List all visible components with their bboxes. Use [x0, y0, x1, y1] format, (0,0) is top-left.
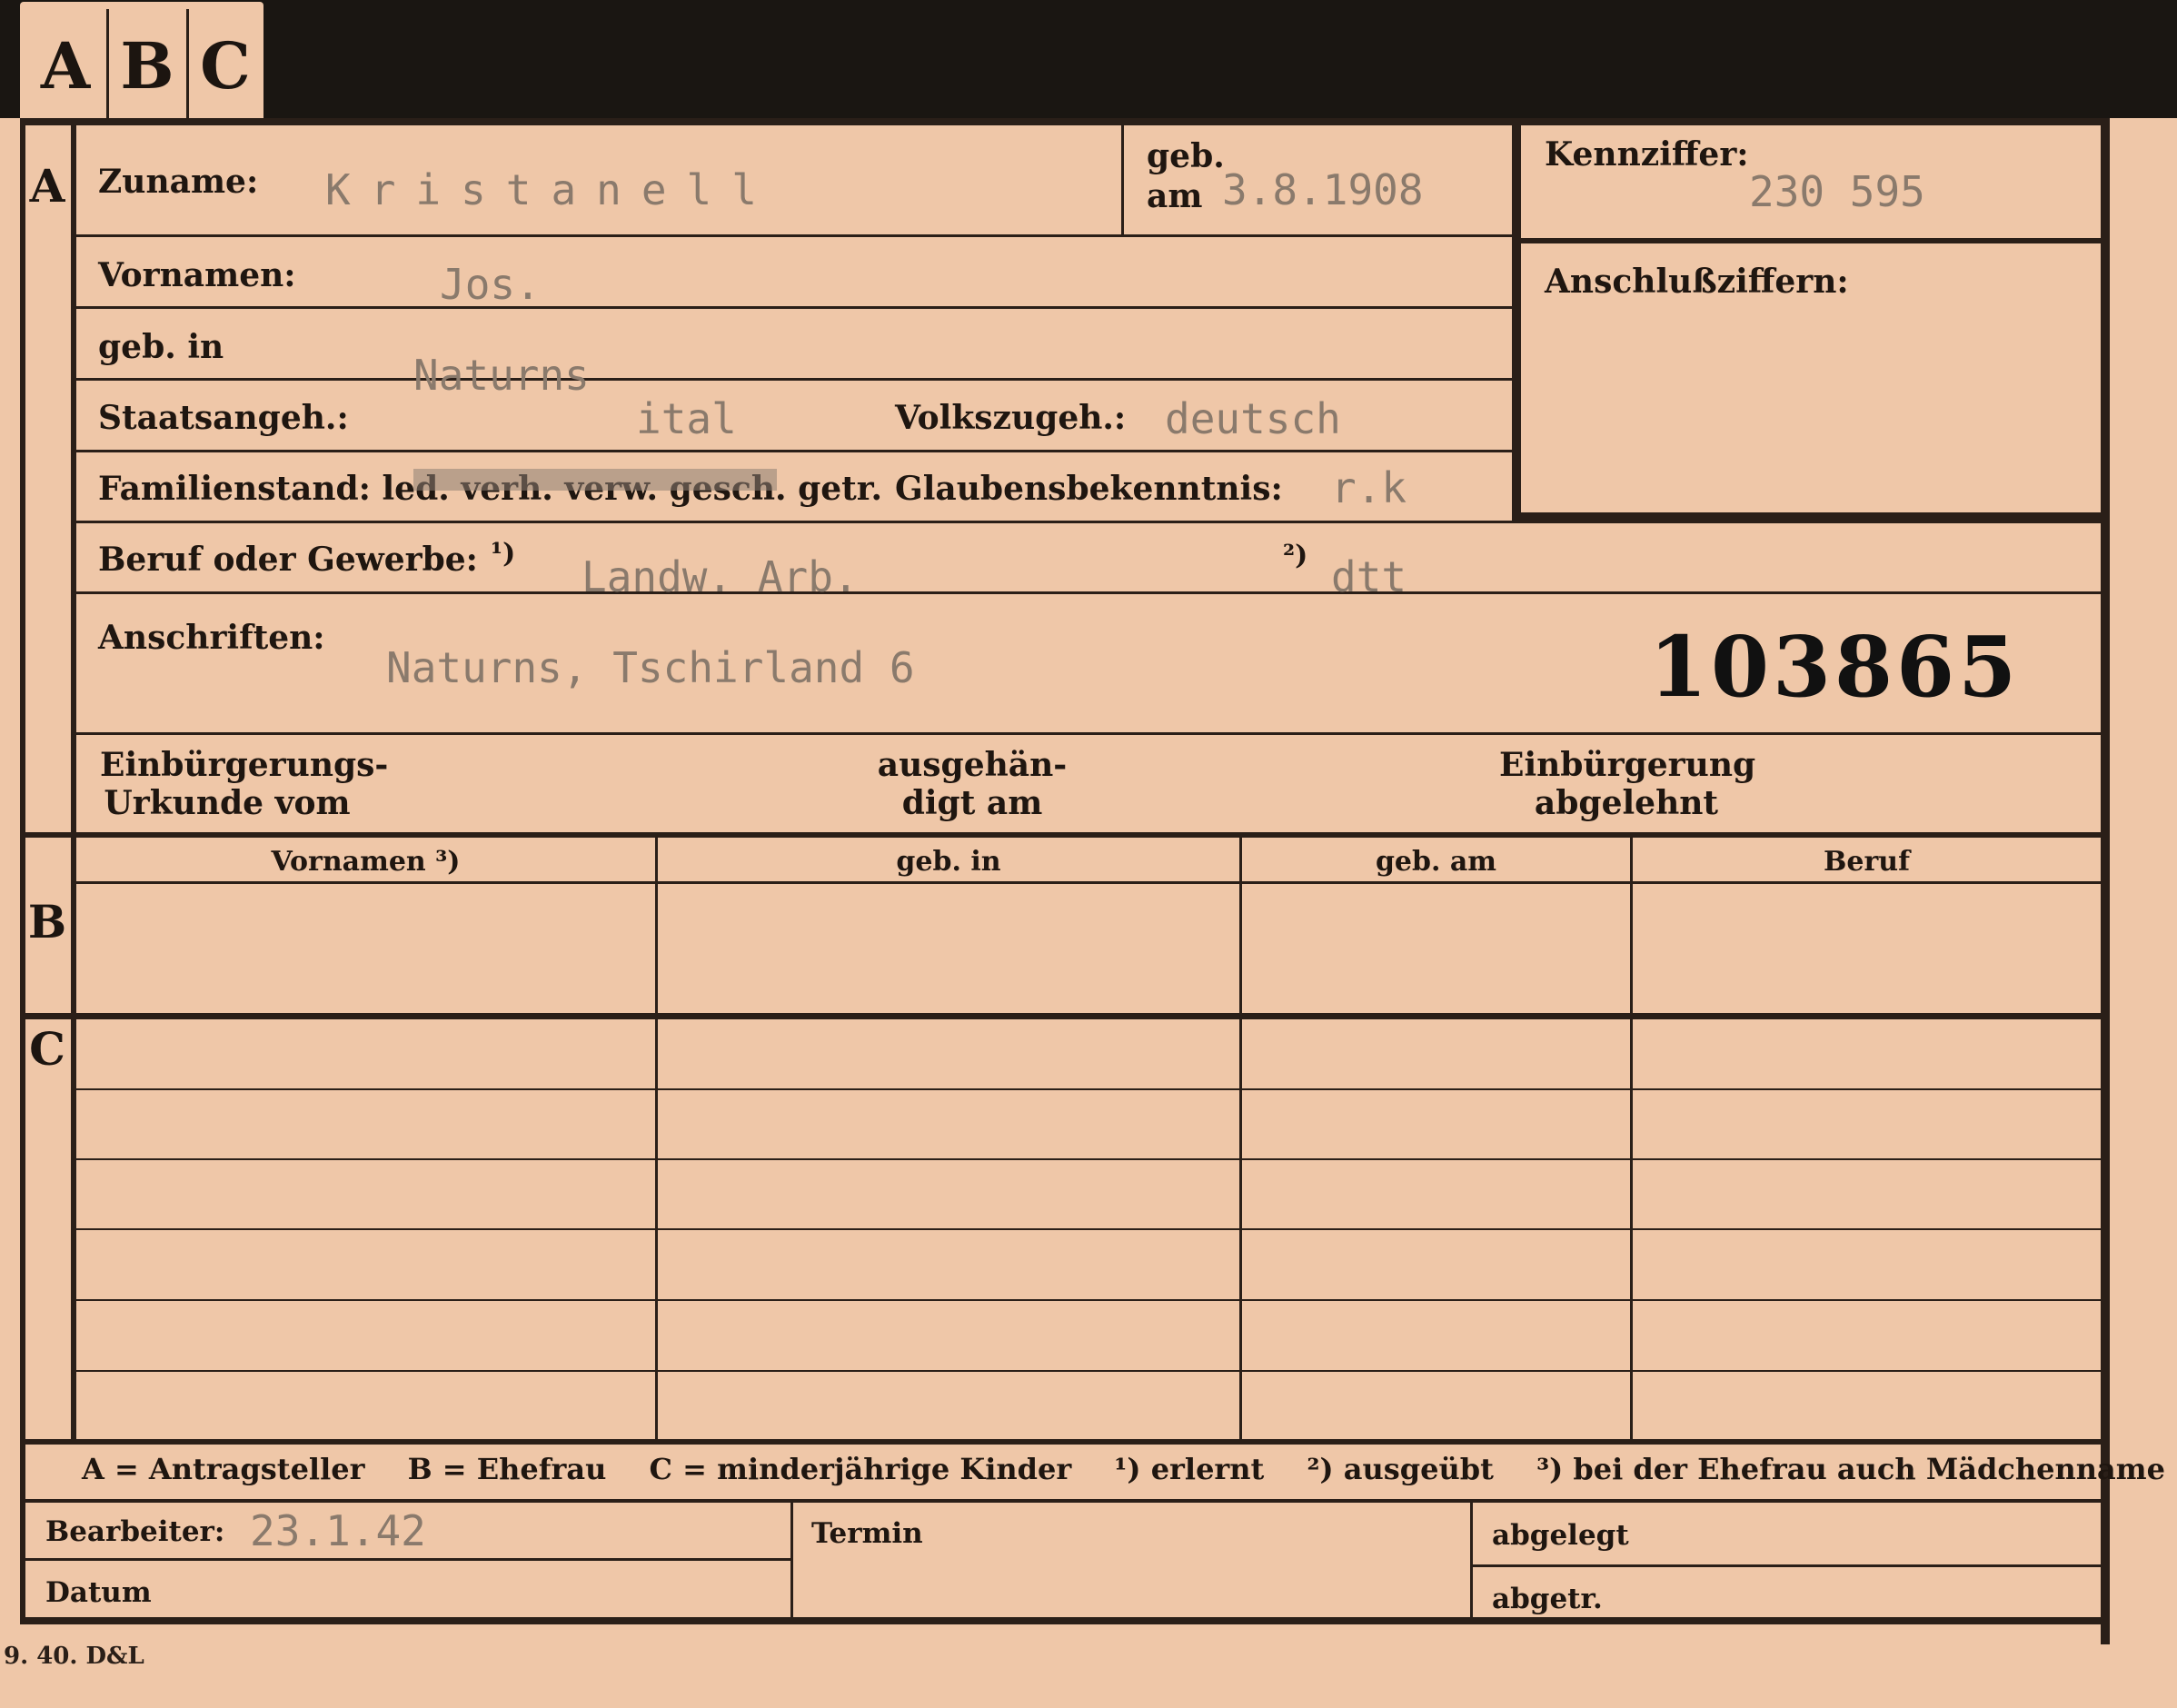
anschriften-value: Naturns, Tschirland 6: [386, 643, 915, 692]
abgetr-label: abgetr.: [1492, 1583, 1603, 1615]
staatsangeh-label: Staatsangeh.:: [98, 399, 349, 437]
surname-value: Kristanell: [325, 165, 777, 214]
einbuergerungsurkunde-label-1: Einbürgerungs-: [100, 746, 389, 784]
section-b-marker: B: [27, 895, 67, 948]
einbuergerungsurkunde-label-2: Urkunde vom: [104, 784, 351, 822]
beruf-label: Beruf oder Gewerbe:: [98, 541, 478, 579]
section-c-marker: C: [29, 1022, 65, 1076]
legend-item: ¹) erlernt: [1114, 1452, 1265, 1486]
beruf-note-1: ¹): [491, 538, 516, 570]
familienstand-strikeout: [413, 469, 777, 491]
einbuergerung-abgelehnt-label-2: abgelehnt: [1534, 784, 1719, 822]
glaubensbekenntnis-value: r.k: [1331, 463, 1407, 512]
col-header-geb-am: geb. am: [1375, 846, 1497, 878]
card-number: 103865: [1649, 618, 2021, 716]
col-header-geb-in: geb. in: [896, 846, 1001, 878]
anschriften-label: Anschriften:: [98, 619, 325, 657]
legend-item: A = Antragsteller: [82, 1452, 365, 1486]
einbuergerung-abgelehnt-label-1: Einbürgerung: [1499, 746, 1756, 784]
bearbeiter-value: 23.1.42: [250, 1506, 426, 1555]
legend-item: ³) bei der Ehefrau auch Mädchenname: [1536, 1452, 2165, 1486]
geb-in-value: Naturns: [413, 351, 590, 400]
volkszugeh-label: Volkszugeh.:: [895, 399, 1127, 437]
birth-date-value: 3.8.1908: [1222, 165, 1424, 214]
legend-item: B = Ehefrau: [407, 1452, 607, 1486]
tab-b: B: [120, 27, 174, 104]
abc-tab: A B C: [20, 2, 263, 120]
glaubensbekenntnis-label: Glaubensbekenntnis:: [895, 470, 1283, 508]
ausgehaendigt-label-1: ausgehän-: [877, 746, 1068, 784]
legend: A = Antragsteller B = Ehefrau C = minder…: [82, 1452, 2165, 1486]
kennziffer-label: Kennziffer:: [1545, 135, 1749, 174]
staatsangeh-value: ital: [636, 394, 737, 443]
beruf-value-1: Landw. Arb.: [582, 552, 859, 601]
col-header-vornamen: Vornamen ³): [271, 846, 461, 878]
am-label: am: [1147, 177, 1203, 215]
kennziffer-value: 230 595: [1749, 167, 1925, 216]
abgelegt-label: abgelegt: [1492, 1519, 1629, 1552]
beruf-value-2: dtt: [1331, 552, 1407, 601]
section-a-marker: A: [29, 159, 65, 213]
tab-a: A: [40, 27, 91, 104]
anschlussziffern-label: Anschlußziffern:: [1545, 263, 1849, 301]
print-code: 9. 40. D&L: [4, 1643, 144, 1670]
geb-label: geb.: [1147, 137, 1225, 175]
legend-item: C = minderjährige Kinder: [649, 1452, 1072, 1486]
geb-in-label: geb. in: [98, 328, 224, 366]
vornamen-label: Vornamen:: [98, 256, 296, 294]
datum-label: Datum: [45, 1576, 152, 1609]
bearbeiter-label: Bearbeiter:: [45, 1515, 225, 1548]
vornamen-value: Jos.: [440, 260, 541, 309]
volkszugeh-value: deutsch: [1165, 394, 1341, 443]
beruf-note-2: ²): [1283, 540, 1308, 571]
ausgehaendigt-label-2: digt am: [901, 784, 1043, 822]
surname-label: Zuname:: [98, 163, 259, 201]
legend-item: ²) ausgeübt: [1307, 1452, 1494, 1486]
col-header-beruf: Beruf: [1824, 846, 1910, 878]
tab-c: C: [200, 27, 251, 104]
termin-label: Termin: [811, 1517, 923, 1550]
